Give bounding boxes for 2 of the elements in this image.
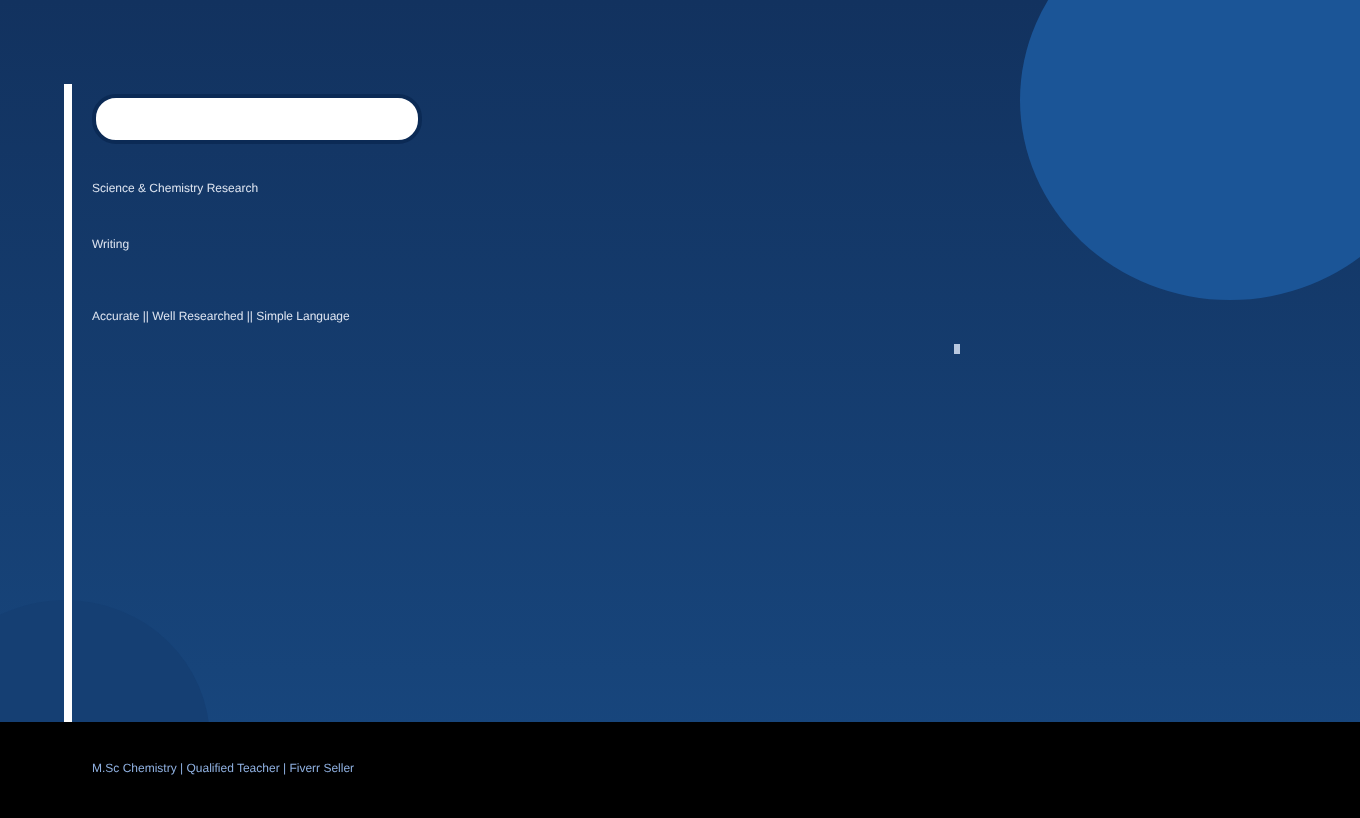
input-field[interactable] (92, 94, 422, 144)
square-icon (954, 344, 960, 354)
